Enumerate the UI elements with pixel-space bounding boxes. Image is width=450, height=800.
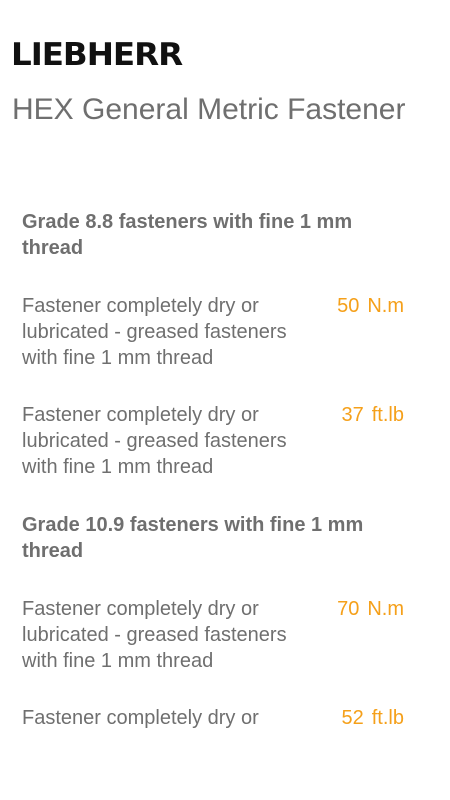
torque-value: 52 ft.lb: [342, 705, 405, 731]
torque-value: 70 N.m: [337, 596, 404, 622]
torque-unit: N.m: [367, 295, 404, 317]
torque-row: Fastener completely dry or lubricated - …: [0, 596, 450, 674]
torque-description: Fastener completely dry or lubricated - …: [22, 707, 287, 735]
torque-row: Fastener completely dry or lubricated - …: [0, 705, 450, 735]
torque-value: 50 N.m: [337, 293, 404, 319]
section-heading-grade-10-9: Grade 10.9 fasteners with fine 1 mm thre…: [22, 514, 364, 562]
brand-logo: LIEBHERR: [11, 37, 183, 73]
torque-row: Fastener completely dry or lubricated - …: [0, 293, 450, 371]
torque-number: 52: [341, 707, 364, 729]
page-title: HEX General Metric Fastener: [12, 93, 406, 126]
torque-unit: ft.lb: [371, 707, 404, 729]
torque-unit: N.m: [367, 598, 404, 620]
torque-number: 70: [337, 598, 360, 620]
torque-number: 37: [341, 404, 364, 426]
torque-description: Fastener completely dry or lubricated - …: [22, 404, 287, 478]
torque-value: 37 ft.lb: [342, 402, 405, 428]
torque-description: Fastener completely dry or lubricated - …: [22, 598, 287, 672]
torque-unit: ft.lb: [371, 404, 404, 426]
torque-number: 50: [337, 295, 360, 317]
torque-row: Fastener completely dry or lubricated - …: [0, 402, 450, 480]
section-heading-grade-8-8: Grade 8.8 fasteners with fine 1 mm threa…: [22, 211, 353, 259]
torque-description: Fastener completely dry or lubricated - …: [22, 295, 287, 369]
fastener-screen: LIEBHERR HEX General Metric Fastener Gra…: [0, 0, 450, 800]
torque-list[interactable]: Grade 8.8 fasteners with fine 1 mm threa…: [0, 195, 450, 735]
